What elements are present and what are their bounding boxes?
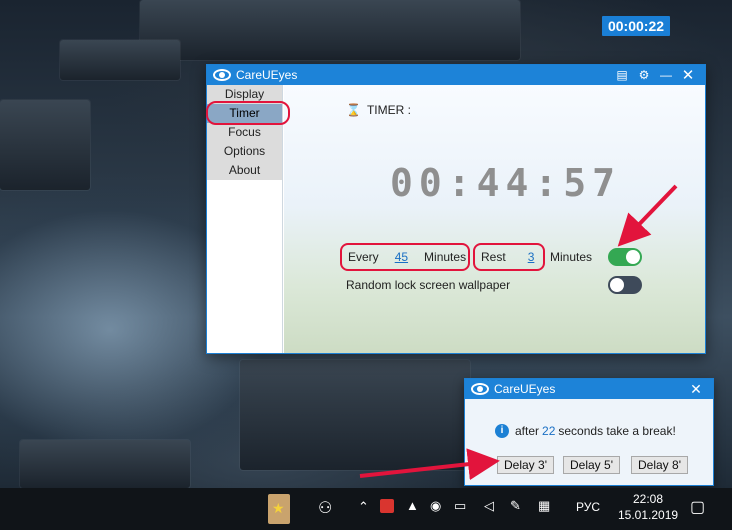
arrow-to-delay (359, 448, 500, 481)
tray-drive-icon[interactable]: ▲ (406, 498, 419, 513)
clock-time: 22:08 (632, 492, 664, 506)
language-indicator[interactable]: РУС (576, 500, 600, 514)
taskbar: ⚇ ⌃ ▲ ◉ ▭ ◁ ✎ ▦ РУС 22:08 15.01.2019 ▢ (0, 488, 732, 530)
taskbar-clock[interactable]: 22:08 15.01.2019 (618, 491, 678, 523)
notification-icon[interactable]: ▢ (690, 497, 705, 517)
tray-network-icon[interactable]: ▭ (454, 498, 466, 514)
pen-icon[interactable]: ✎ (510, 498, 521, 514)
arrow-to-toggle (617, 184, 678, 247)
clock-date: 15.01.2019 (618, 508, 679, 522)
chevron-up-icon[interactable]: ⌃ (358, 499, 369, 515)
sticky-notes-app-icon[interactable] (268, 494, 290, 524)
tray-eye-icon[interactable]: ◉ (430, 498, 441, 514)
keyboard-icon[interactable]: ▦ (538, 498, 550, 514)
annotation-arrows (359, 184, 678, 481)
volume-icon[interactable]: ◁ (484, 498, 494, 514)
tray-app-icon[interactable] (380, 499, 394, 513)
people-icon[interactable]: ⚇ (318, 498, 332, 518)
